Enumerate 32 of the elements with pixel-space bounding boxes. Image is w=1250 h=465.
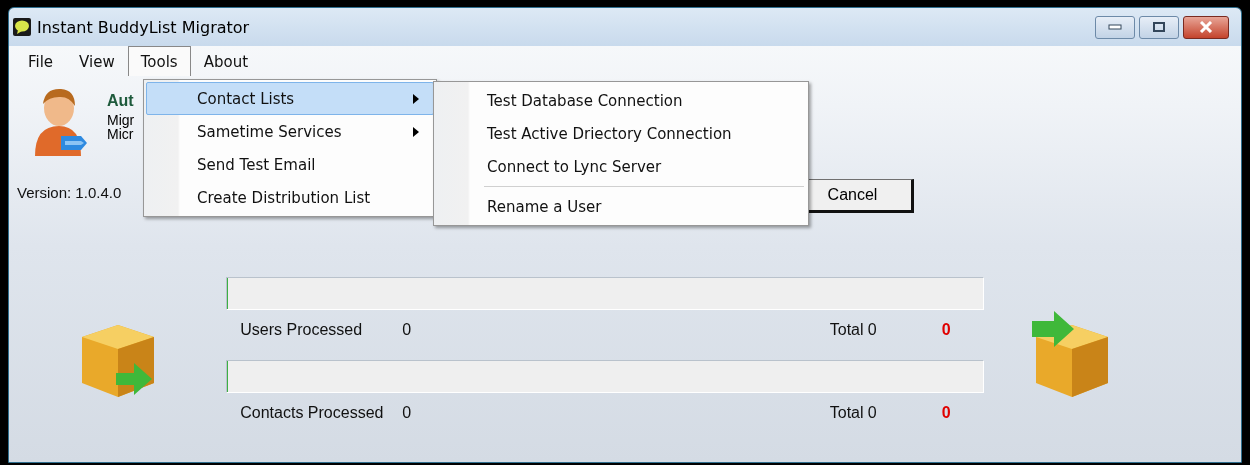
menu-item[interactable]: Create Distribution List — [146, 181, 434, 214]
minimize-icon — [1108, 24, 1122, 30]
close-icon — [1199, 21, 1213, 33]
maximize-button[interactable] — [1139, 15, 1179, 39]
processed-label: Users Processed — [240, 321, 364, 339]
maximize-icon — [1153, 22, 1165, 32]
menu-bar-item[interactable]: View — [66, 46, 128, 76]
minimize-button[interactable] — [1095, 15, 1135, 39]
menu-bar-item[interactable]: About — [190, 46, 262, 76]
menu-bar-item[interactable]: Tools — [127, 46, 191, 76]
app-heading: Aut — [107, 94, 135, 108]
menu-bar-item[interactable]: File — [15, 46, 67, 76]
processed-count: 0 — [402, 404, 412, 422]
description-text: Micr — [107, 127, 135, 141]
failed-count: 0 — [941, 404, 952, 422]
window-title: Instant BuddyList Migrator — [37, 17, 250, 37]
menu-item[interactable]: Send Test Email — [146, 148, 434, 181]
version-label: Version: 1.0.4.0 — [17, 184, 122, 201]
total-count: 0 — [867, 321, 878, 339]
menu-item[interactable]: Test Active Driectory Connection — [436, 117, 806, 150]
close-button[interactable] — [1183, 15, 1229, 39]
menu-item[interactable]: Contact Lists — [146, 82, 434, 115]
description-text: Migr — [107, 113, 135, 127]
menu-item[interactable]: Sametime Services — [146, 115, 434, 148]
failed-count: 0 — [941, 321, 952, 339]
menu-item[interactable]: Test Database Connection — [436, 84, 806, 117]
total-label: Total — [829, 404, 865, 422]
processed-label: Contacts Processed — [240, 404, 385, 422]
total-count: 0 — [867, 404, 878, 422]
processed-count: 0 — [402, 321, 412, 339]
total-label: Total — [829, 321, 865, 339]
speech-bubble-icon — [13, 18, 31, 36]
